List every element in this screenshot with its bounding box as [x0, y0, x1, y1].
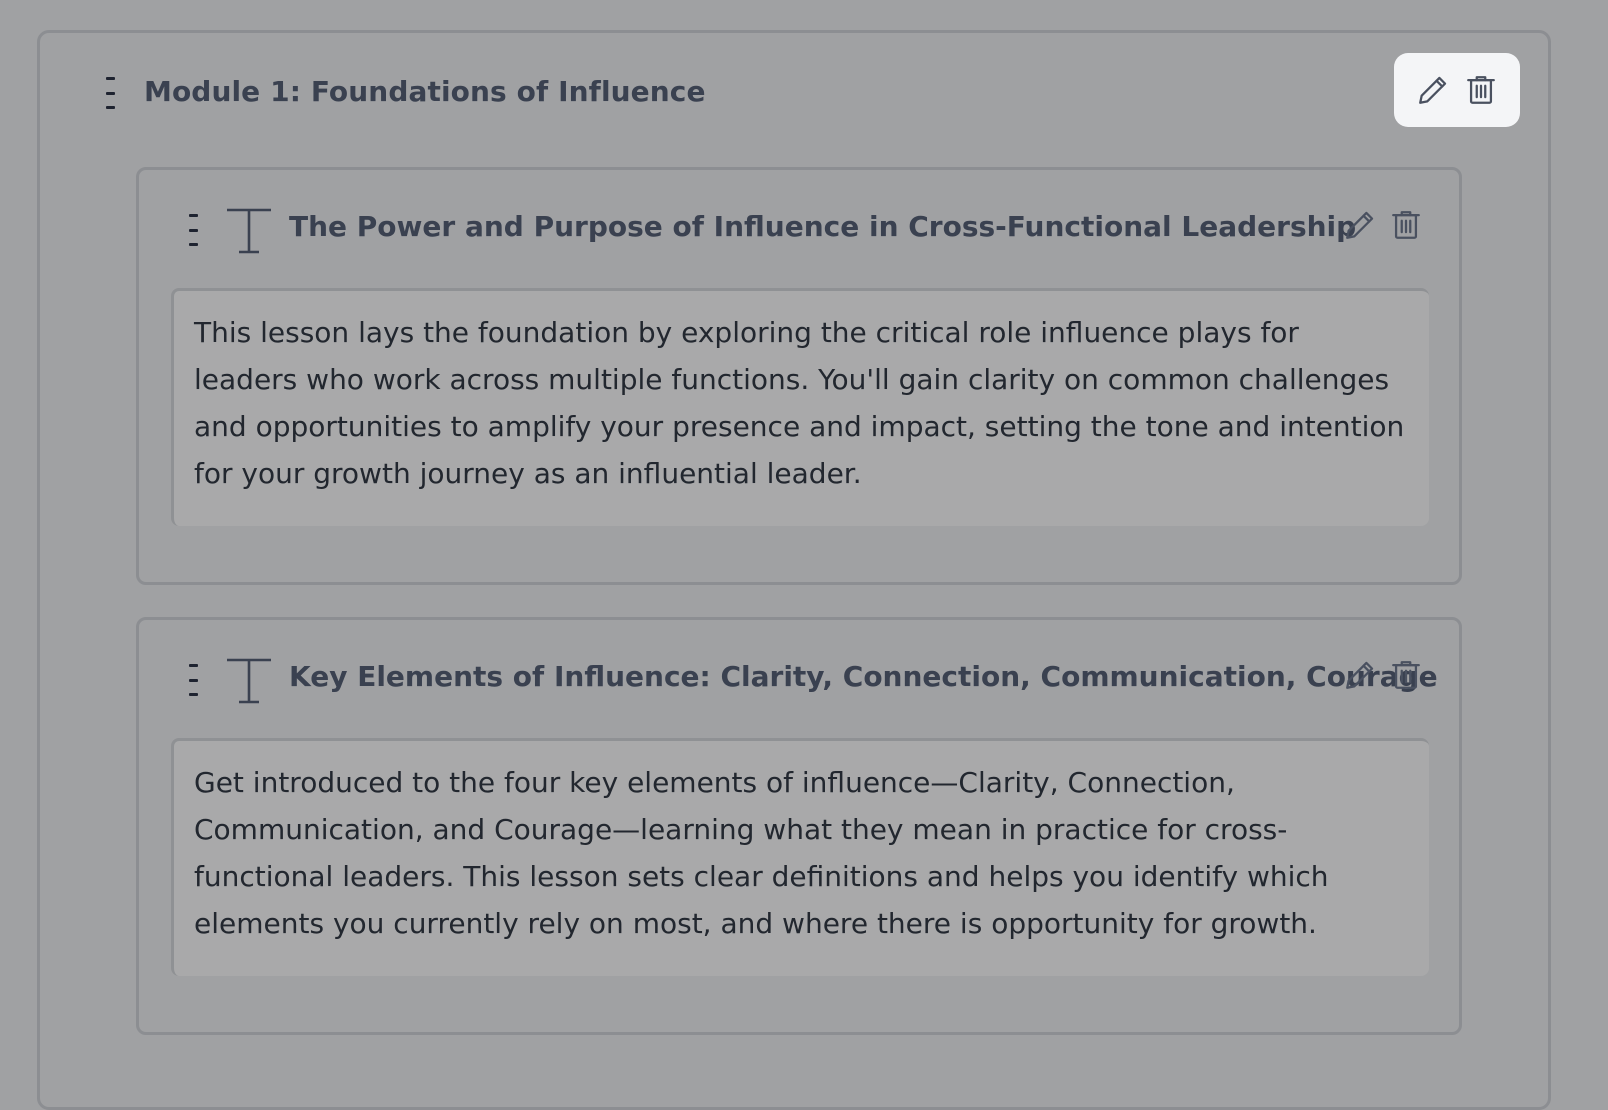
lesson-description: Get introduced to the four key elements … — [171, 738, 1429, 976]
module-card: Module 1: Foundations of Influence The P… — [37, 30, 1551, 1110]
lesson-title: The Power and Purpose of Influence in Cr… — [289, 210, 1357, 243]
lesson-title: Key Elements of Influence: Clarity, Conn… — [289, 660, 1438, 693]
module-actions-toolbar — [1394, 53, 1520, 127]
pencil-icon — [1346, 211, 1374, 239]
text-type-icon — [227, 208, 271, 254]
pencil-icon — [1419, 76, 1447, 104]
lesson-edit-button[interactable] — [1343, 208, 1377, 242]
module-edit-button[interactable] — [1416, 73, 1450, 107]
pencil-icon — [1346, 661, 1374, 689]
lesson-actions — [1343, 658, 1423, 692]
lesson-description: This lesson lays the foundation by explo… — [171, 288, 1429, 526]
trash-icon — [1392, 211, 1420, 239]
module-delete-button[interactable] — [1464, 73, 1498, 107]
lesson-card: The Power and Purpose of Influence in Cr… — [136, 167, 1462, 585]
lesson-card: Key Elements of Influence: Clarity, Conn… — [136, 617, 1462, 1035]
lesson-delete-button[interactable] — [1389, 658, 1423, 692]
trash-icon — [1467, 76, 1495, 104]
module-title: Module 1: Foundations of Influence — [144, 75, 706, 108]
module-drag-handle-icon[interactable] — [106, 77, 118, 109]
lesson-delete-button[interactable] — [1389, 208, 1423, 242]
lesson-drag-handle-icon[interactable] — [189, 214, 201, 246]
trash-icon — [1392, 661, 1420, 689]
text-type-icon — [227, 658, 271, 704]
lesson-drag-handle-icon[interactable] — [189, 664, 201, 696]
lesson-edit-button[interactable] — [1343, 658, 1377, 692]
lesson-actions — [1343, 208, 1423, 242]
